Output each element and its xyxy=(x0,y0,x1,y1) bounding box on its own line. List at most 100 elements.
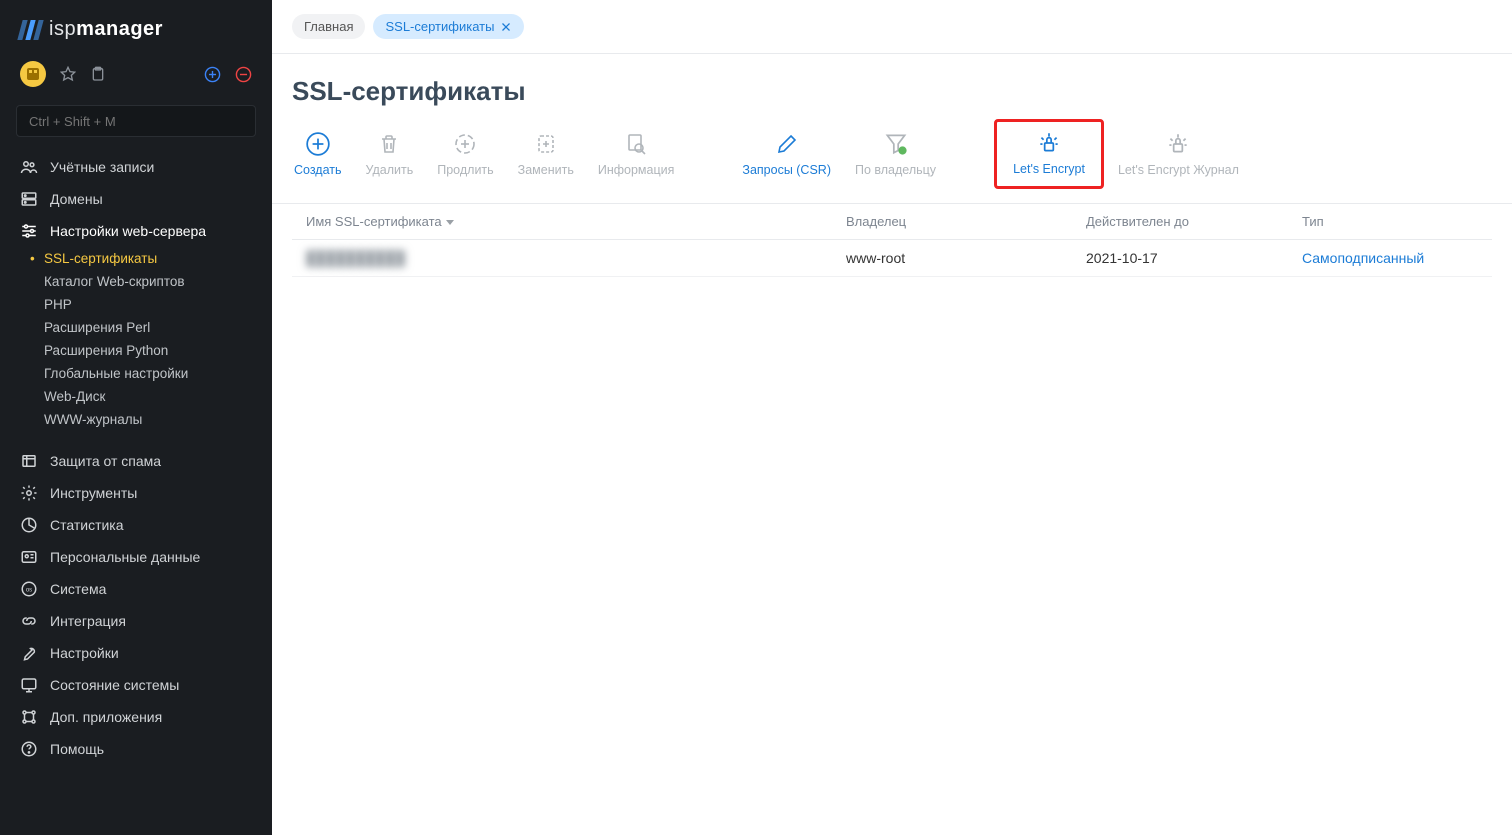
sliders-icon xyxy=(20,222,38,240)
sidebar: ispmanager Учётные записи Домены xyxy=(0,0,272,835)
sidebar-item-sysstate[interactable]: Состояние системы xyxy=(0,669,272,701)
help-icon xyxy=(20,740,38,758)
funnel-user-icon xyxy=(883,131,909,157)
sidebar-search-input[interactable] xyxy=(29,114,243,129)
toolbar-renew-button[interactable]: Продлить xyxy=(427,127,503,181)
gear-icon xyxy=(20,484,38,502)
toolbar-info-button[interactable]: Информация xyxy=(588,127,685,181)
col-name[interactable]: Имя SSL-сертификата xyxy=(292,204,832,240)
toolbar-label: Let's Encrypt xyxy=(1013,162,1085,176)
ssl-table: Имя SSL-сертификата Владелец Действителе… xyxy=(292,204,1492,277)
plus-circle-icon xyxy=(305,131,331,157)
toolbar-lejournal-button[interactable]: Let's Encrypt Журнал xyxy=(1108,127,1249,181)
lock-shine-icon xyxy=(1165,131,1191,157)
toolbar-label: Создать xyxy=(294,163,342,177)
sidebar-item-label: Интеграция xyxy=(50,613,126,629)
tab-ssl[interactable]: SSL-сертификаты xyxy=(373,14,524,39)
toolbar-label: Удалить xyxy=(366,163,414,177)
sidebar-item-antispam[interactable]: Защита от спама xyxy=(0,445,272,477)
sidebar-subitem-python[interactable]: Расширения Python xyxy=(0,339,272,362)
clipboard-icon[interactable] xyxy=(90,66,106,82)
sidebar-subitem-perl[interactable]: Расширения Perl xyxy=(0,316,272,339)
sidebar-item-label: Система xyxy=(50,581,106,597)
cell-name: ██████████ xyxy=(306,250,405,266)
plus-circle-icon[interactable] xyxy=(204,66,221,83)
close-icon[interactable] xyxy=(500,21,512,33)
link-icon xyxy=(20,612,38,630)
col-type[interactable]: Тип xyxy=(1288,204,1492,240)
svg-text:os: os xyxy=(26,587,32,593)
shield-icon xyxy=(20,452,38,470)
sidebar-subitem-webdisk[interactable]: Web-Диск xyxy=(0,385,272,408)
sidebar-item-tools[interactable]: Инструменты xyxy=(0,477,272,509)
col-valid[interactable]: Действителен до xyxy=(1072,204,1288,240)
sidebar-item-domains[interactable]: Домены xyxy=(0,183,272,215)
os-icon: os xyxy=(20,580,38,598)
cell-valid: 2021-10-17 xyxy=(1086,250,1158,266)
page-title: SSL-сертификаты xyxy=(272,54,1512,113)
minus-circle-icon[interactable] xyxy=(235,66,252,83)
sidebar-item-settings[interactable]: Настройки xyxy=(0,637,272,669)
sidebar-item-label: Доп. приложения xyxy=(50,709,162,725)
col-owner[interactable]: Владелец xyxy=(832,204,1072,240)
sidebar-item-label: Домены xyxy=(50,191,103,207)
sidebar-subitem-webscripts[interactable]: Каталог Web-скриптов xyxy=(0,270,272,293)
sidebar-subitem-ssl[interactable]: SSL-сертификаты xyxy=(0,247,272,270)
pie-icon xyxy=(20,516,38,534)
trash-icon xyxy=(376,131,402,157)
toolbar-csr-button[interactable]: Запросы (CSR) xyxy=(732,127,841,181)
toolbar-owner-button[interactable]: По владельцу xyxy=(845,127,946,181)
cell-owner: www-root xyxy=(846,250,905,266)
table-header-row: Имя SSL-сертификата Владелец Действителе… xyxy=(292,204,1492,240)
monitor-icon xyxy=(20,676,38,694)
users-icon xyxy=(20,158,38,176)
wrench-icon xyxy=(20,644,38,662)
sidebar-item-label: Статистика xyxy=(50,517,124,533)
swap-icon xyxy=(533,131,559,157)
sidebar-item-label: Инструменты xyxy=(50,485,137,501)
logo-text-light: isp xyxy=(49,18,76,40)
toolbar-label: Запросы (CSR) xyxy=(742,163,831,177)
logo-icon xyxy=(20,20,41,40)
toolbar: Создать Удалить Продлить Заменить Информ… xyxy=(272,113,1512,204)
avatar[interactable] xyxy=(20,61,46,87)
lock-shine-icon xyxy=(1036,130,1062,156)
sidebar-item-webserver[interactable]: Настройки web-сервера xyxy=(0,215,272,247)
cell-type[interactable]: Самоподписанный xyxy=(1302,250,1424,266)
toolbar-letsencrypt-button[interactable]: Let's Encrypt xyxy=(994,119,1104,189)
logo-text-bold: manager xyxy=(76,18,163,40)
toolbar-label: Заменить xyxy=(518,163,574,177)
logo[interactable]: ispmanager xyxy=(0,0,272,53)
main-content: Главная SSL-сертификаты SSL-сертификаты … xyxy=(272,0,1512,835)
sidebar-nav: Учётные записи Домены Настройки web-серв… xyxy=(0,151,272,835)
sidebar-item-label: Настройки web-сервера xyxy=(50,223,206,239)
sidebar-subitem-php[interactable]: PHP xyxy=(0,293,272,316)
sidebar-search[interactable] xyxy=(16,105,256,137)
toolbar-label: Продлить xyxy=(437,163,493,177)
sidebar-item-addons[interactable]: Доп. приложения xyxy=(0,701,272,733)
sidebar-item-system[interactable]: os Система xyxy=(0,573,272,605)
toolbar-label: Информация xyxy=(598,163,675,177)
sidebar-subitem-wwwlogs[interactable]: WWW-журналы xyxy=(0,408,272,431)
sidebar-icon-row xyxy=(0,53,272,99)
toolbar-delete-button[interactable]: Удалить xyxy=(356,127,424,181)
sidebar-item-label: Персональные данные xyxy=(50,549,200,565)
toolbar-label: По владельцу xyxy=(855,163,936,177)
pen-icon xyxy=(774,131,800,157)
toolbar-create-button[interactable]: Создать xyxy=(284,127,352,181)
toolbar-label: Let's Encrypt Журнал xyxy=(1118,163,1239,177)
table-row[interactable]: ██████████ www-root 2021-10-17 Самоподпи… xyxy=(292,240,1492,277)
sidebar-subitem-global[interactable]: Глобальные настройки xyxy=(0,362,272,385)
star-icon[interactable] xyxy=(60,66,76,82)
sidebar-item-accounts[interactable]: Учётные записи xyxy=(0,151,272,183)
refresh-plus-icon xyxy=(452,131,478,157)
apps-icon xyxy=(20,708,38,726)
sidebar-item-label: Защита от спама xyxy=(50,453,161,469)
sidebar-item-stats[interactable]: Статистика xyxy=(0,509,272,541)
sidebar-item-personal[interactable]: Персональные данные xyxy=(0,541,272,573)
sidebar-item-help[interactable]: Помощь xyxy=(0,733,272,765)
sidebar-item-label: Состояние системы xyxy=(50,677,179,693)
toolbar-replace-button[interactable]: Заменить xyxy=(508,127,584,181)
sidebar-item-integration[interactable]: Интеграция xyxy=(0,605,272,637)
tab-home[interactable]: Главная xyxy=(292,14,365,39)
